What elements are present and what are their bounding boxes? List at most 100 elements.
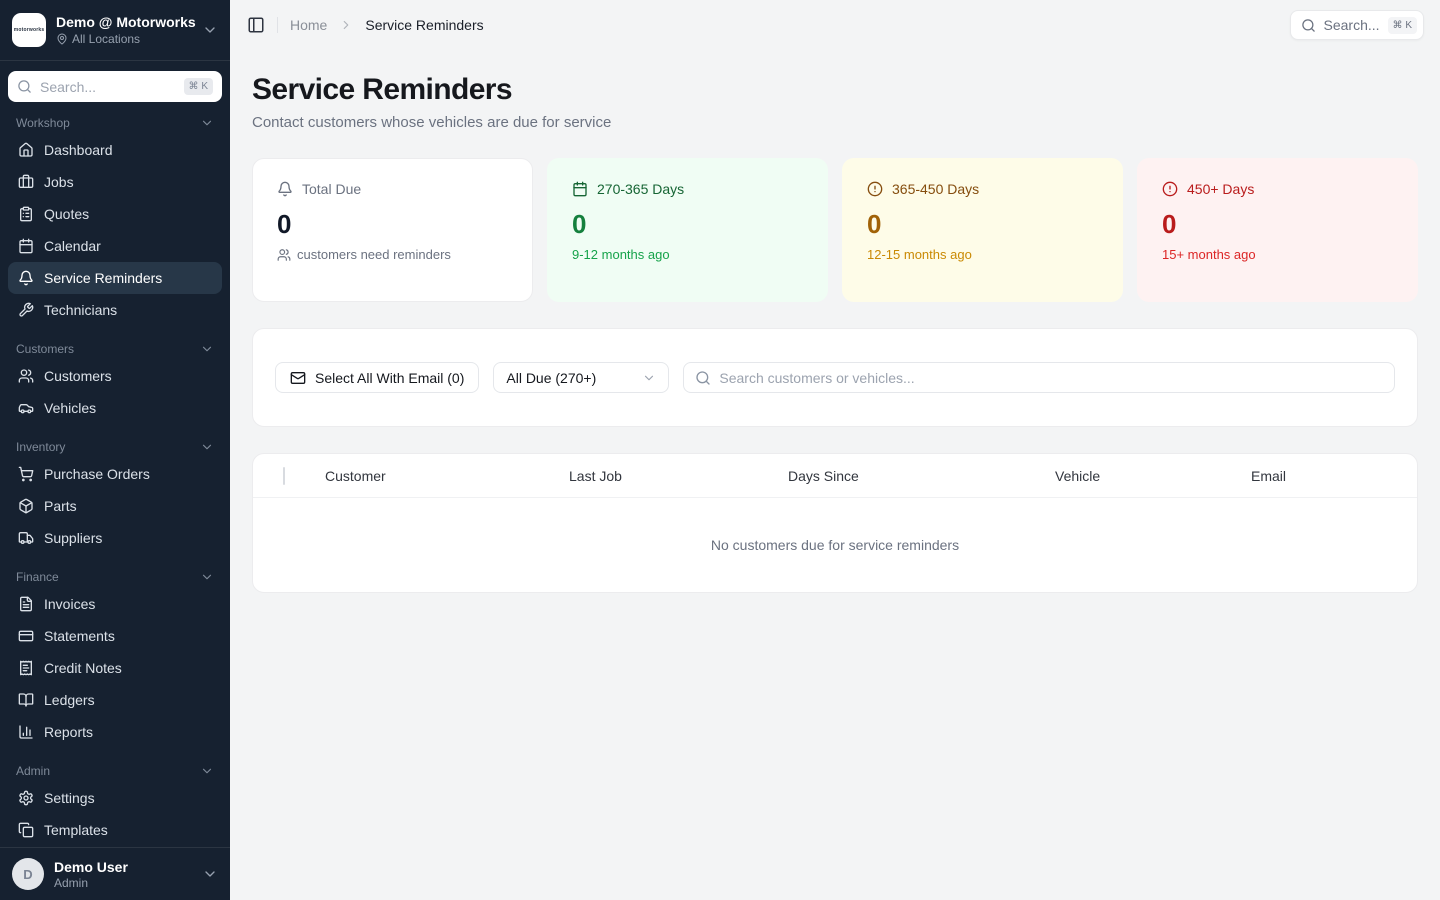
calendar-icon	[18, 238, 34, 254]
stat-value: 0	[572, 209, 587, 239]
sidebar-item-invoices[interactable]: Invoices	[8, 588, 222, 620]
stat-card-270-365-days: 270-365 Days 0 9-12 months ago	[547, 158, 828, 302]
sidebar-item-technicians[interactable]: Technicians	[8, 294, 222, 326]
org-name: Demo @ Motorworks	[56, 14, 196, 30]
sidebar-item-templates[interactable]: Templates	[8, 814, 222, 846]
bell-icon	[18, 270, 34, 286]
nav-section-header-admin[interactable]: Admin	[8, 760, 222, 782]
chevron-down-icon	[200, 570, 214, 584]
sidebar-item-customers[interactable]: Customers	[8, 360, 222, 392]
stat-subtitle: customers need reminders	[297, 247, 451, 262]
page-content: Service Reminders Contact customers whos…	[230, 50, 1440, 900]
book-open-icon	[18, 692, 34, 708]
sidebar-item-calendar[interactable]: Calendar	[8, 230, 222, 262]
bar-chart-icon	[18, 724, 34, 740]
chevron-down-icon	[200, 764, 214, 778]
user-name: Demo User	[54, 858, 128, 875]
topbar: Home Service Reminders Search... ⌘ K	[230, 0, 1440, 50]
column-header-days-since: Days Since	[788, 467, 859, 484]
car-icon	[18, 400, 34, 416]
user-menu[interactable]: D Demo User Admin	[0, 847, 230, 900]
sidebar-item-service-reminders[interactable]: Service Reminders	[8, 262, 222, 294]
column-header-vehicle: Vehicle	[1055, 467, 1101, 484]
chevron-down-icon	[642, 371, 656, 385]
stat-value: 0	[867, 209, 882, 239]
map-pin-icon	[56, 33, 68, 45]
nav-section-header-finance[interactable]: Finance	[8, 566, 222, 588]
org-switcher[interactable]: motorworks Demo @ Motorworks All Locatio…	[0, 0, 230, 61]
org-location: All Locations	[72, 32, 141, 46]
nav-section-customers: Customers Customers Vehicles	[8, 338, 222, 424]
nav-section-header-inventory[interactable]: Inventory	[8, 436, 222, 458]
panel-left-icon	[247, 16, 265, 34]
table-empty-state: No customers due for service reminders	[710, 537, 960, 553]
stat-card-365-450-days: 365-450 Days 0 12-15 months ago	[842, 158, 1123, 302]
select-all-with-email-button[interactable]: Select All With Email (0)	[275, 362, 480, 393]
nav-section-workshop: Workshop Dashboard Jobs Quotes Calendar	[8, 112, 222, 326]
due-range-select[interactable]: All Due (270+)	[493, 362, 670, 393]
sidebar-item-settings[interactable]: Settings	[8, 782, 222, 814]
select-all-checkbox[interactable]	[283, 466, 285, 485]
nav-section-inventory: Inventory Purchase Orders Parts Supplier…	[8, 436, 222, 554]
calendar-icon	[572, 181, 588, 197]
page-subtitle: Contact customers whose vehicles are due…	[252, 114, 612, 131]
sidebar-item-suppliers[interactable]: Suppliers	[8, 522, 222, 554]
briefcase-icon	[18, 174, 34, 190]
stat-title: Total Due	[302, 181, 362, 197]
users-icon	[18, 368, 34, 384]
sidebar-item-dashboard[interactable]: Dashboard	[8, 134, 222, 166]
stat-subtitle: 9-12 months ago	[572, 247, 670, 262]
users-icon	[277, 248, 291, 262]
sidebar-item-ledgers[interactable]: Ledgers	[8, 684, 222, 716]
user-role: Admin	[54, 875, 89, 890]
truck-icon	[18, 530, 34, 546]
sidebar-toggle-button[interactable]	[247, 16, 265, 34]
search-icon	[1301, 18, 1316, 33]
breadcrumb: Home Service Reminders	[290, 17, 484, 33]
nav-section-header-workshop[interactable]: Workshop	[8, 112, 222, 134]
sidebar-search-field[interactable]	[40, 78, 150, 95]
alert-circle-icon	[1162, 181, 1178, 197]
org-logo: motorworks	[12, 13, 46, 47]
customer-search-input[interactable]	[719, 369, 1383, 386]
sidebar-search-input[interactable]: ⌘ K	[8, 71, 222, 102]
filter-bar: Select All With Email (0) All Due (270+)	[252, 328, 1418, 427]
search-icon	[17, 79, 32, 94]
file-text-icon	[18, 596, 34, 612]
chevron-down-icon	[202, 22, 218, 38]
sidebar-item-purchase-orders[interactable]: Purchase Orders	[8, 458, 222, 490]
bell-icon	[277, 181, 293, 197]
sidebar-item-statements[interactable]: Statements	[8, 620, 222, 652]
stat-card-total-due: Total Due 0 customers need reminders	[252, 158, 533, 302]
breadcrumb-current: Service Reminders	[365, 17, 484, 33]
wrench-icon	[18, 302, 34, 318]
sidebar-item-jobs[interactable]: Jobs	[8, 166, 222, 198]
clipboard-icon	[18, 206, 34, 222]
sidebar-item-reports[interactable]: Reports	[8, 716, 222, 748]
customer-search-box[interactable]	[683, 362, 1395, 393]
global-search-label: Search...	[1323, 17, 1380, 33]
breadcrumb-home-link[interactable]: Home	[290, 17, 327, 33]
main-area: Home Service Reminders Search... ⌘ K Ser…	[230, 0, 1440, 900]
credit-card-icon	[18, 628, 34, 644]
sidebar-item-quotes[interactable]: Quotes	[8, 198, 222, 230]
package-icon	[18, 498, 34, 514]
sidebar-item-vehicles[interactable]: Vehicles	[8, 392, 222, 424]
table-header-row: Customer Last Job Days Since Vehicle Ema…	[253, 454, 1417, 498]
sidebar-item-parts[interactable]: Parts	[8, 490, 222, 522]
receipt-icon	[18, 660, 34, 676]
nav-section-header-customers[interactable]: Customers	[8, 338, 222, 360]
stats-row: Total Due 0 customers need reminders 270…	[252, 158, 1418, 302]
stat-card-450-plus-days: 450+ Days 0 15+ months ago	[1137, 158, 1418, 302]
avatar: D	[12, 858, 44, 890]
sidebar-search-shortcut: ⌘ K	[183, 78, 213, 95]
stat-title: 365-450 Days	[892, 181, 980, 197]
chevron-down-icon	[200, 440, 214, 454]
sidebar-item-credit-notes[interactable]: Credit Notes	[8, 652, 222, 684]
home-icon	[18, 142, 34, 158]
stat-value: 0	[277, 209, 292, 239]
global-search-button[interactable]: Search... ⌘ K	[1289, 10, 1424, 40]
stat-subtitle: 12-15 months ago	[867, 247, 972, 262]
copy-icon	[18, 822, 34, 838]
topbar-divider	[277, 17, 278, 33]
